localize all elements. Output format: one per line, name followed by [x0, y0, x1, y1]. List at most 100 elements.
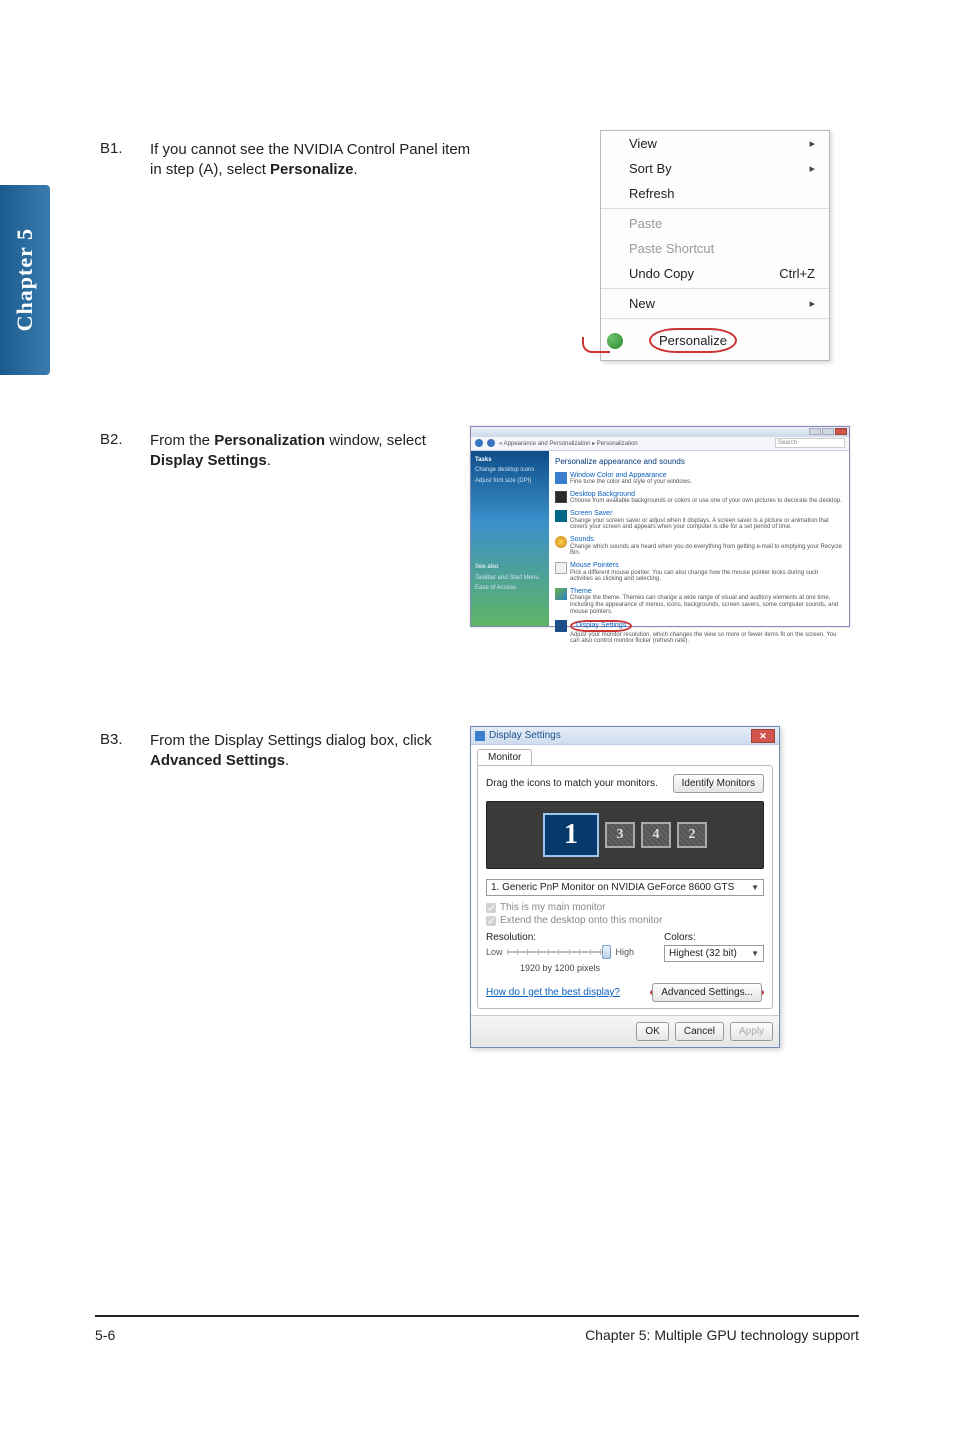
identify-monitors-button[interactable]: Identify Monitors: [673, 774, 764, 793]
advanced-settings-button[interactable]: Advanced Settings...: [652, 983, 762, 1002]
pw-entry-screen-saver[interactable]: Screen SaverChange your screen saver or …: [555, 510, 843, 531]
colors-label: Colors:: [664, 932, 764, 943]
pw-display-settings-highlight: Display Settings: [570, 620, 632, 632]
cm-paste-shortcut: Paste Shortcut: [601, 236, 829, 261]
tab-monitor[interactable]: Monitor: [477, 749, 532, 765]
monitor-arrangement[interactable]: 1 3 4 2: [486, 801, 764, 869]
resolution-label: Resolution:: [486, 932, 634, 943]
step-b1-text: If you cannot see the NVIDIA Control Pan…: [150, 140, 480, 181]
pw-seealso-taskbar[interactable]: Taskbar and Start Menu: [475, 575, 545, 582]
page-number: 5-6: [95, 1327, 115, 1343]
resolution-value: 1920 by 1200 pixels: [486, 963, 634, 973]
cancel-button[interactable]: Cancel: [675, 1022, 724, 1041]
cm-separator: [601, 208, 829, 209]
cm-view[interactable]: View: [601, 131, 829, 156]
pw-entry-mouse-pointers[interactable]: Mouse PointersPick a different mouse poi…: [555, 562, 843, 583]
cm-new[interactable]: New: [601, 291, 829, 316]
step-b3: B3. From the Display Settings dialog box…: [100, 731, 880, 772]
cm-refresh[interactable]: Refresh: [601, 181, 829, 206]
chapter-tab-label: Chapter 5: [12, 228, 38, 331]
cm-separator: [601, 318, 829, 319]
minimize-button[interactable]: [809, 428, 821, 435]
chk-extend-desktop: Extend the desktop onto this monitor: [486, 915, 764, 926]
chapter-tab: Chapter 5: [0, 185, 50, 375]
step-b1-number: B1.: [100, 140, 150, 181]
chevron-down-icon: ▼: [751, 949, 759, 958]
slider-track[interactable]: [507, 945, 612, 959]
monitor-select[interactable]: 1. Generic PnP Monitor on NVIDIA GeForce…: [486, 879, 764, 896]
monitor-4[interactable]: 4: [641, 822, 671, 848]
cm-undo-copy[interactable]: Undo Copy Ctrl+Z: [601, 261, 829, 286]
pw-entry-sounds[interactable]: SoundsChange which sounds are heard when…: [555, 536, 843, 557]
monitor-2[interactable]: 2: [677, 822, 707, 848]
context-menu: View Sort By Refresh Paste Paste Shortcu…: [600, 130, 830, 361]
theme-icon: [555, 588, 567, 600]
maximize-button[interactable]: [822, 428, 834, 435]
cm-paste: Paste: [601, 211, 829, 236]
step-b2-number: B2.: [100, 431, 150, 472]
apply-button: Apply: [730, 1022, 773, 1041]
window-color-icon: [555, 472, 567, 484]
pw-entry-desktop-background[interactable]: Desktop BackgroundChoose from available …: [555, 491, 843, 505]
page-content: B1. If you cannot see the NVIDIA Control…: [100, 140, 880, 802]
cm-separator: [601, 288, 829, 289]
pw-sidebar: Tasks Change desktop icons Adjust font s…: [471, 451, 549, 626]
ds-title-text: Display Settings: [489, 730, 561, 741]
ok-button[interactable]: OK: [636, 1022, 668, 1041]
personalization-window: « Appearance and Personalization ▸ Perso…: [470, 426, 850, 627]
colors-select[interactable]: Highest (32 bit) ▼: [664, 945, 764, 962]
pw-task-adjust-font[interactable]: Adjust font size (DPI): [475, 478, 545, 485]
ds-window-icon: [475, 731, 485, 741]
pw-entry-theme[interactable]: ThemeChange the theme. Themes can change…: [555, 588, 843, 615]
display-settings-figure: Display Settings ✕ Monitor Drag the icon…: [470, 726, 780, 1048]
breadcrumb-path[interactable]: « Appearance and Personalization ▸ Perso…: [499, 440, 771, 447]
pw-entry-display-settings[interactable]: Display Settings Adjust your monitor res…: [555, 620, 843, 645]
help-link[interactable]: How do I get the best display?: [486, 987, 620, 998]
nav-back-icon[interactable]: [475, 439, 483, 447]
pw-breadcrumb-bar: « Appearance and Personalization ▸ Perso…: [471, 437, 849, 451]
cm-personalize-highlight: Personalize: [649, 328, 737, 353]
pw-seealso-ease[interactable]: Ease of Access: [475, 585, 545, 592]
slider-thumb[interactable]: [602, 945, 611, 959]
cm-undo-shortcut: Ctrl+Z: [779, 266, 815, 281]
pw-seealso-heading: See also: [475, 564, 545, 571]
advanced-settings-highlight: Advanced Settings...: [650, 985, 764, 1000]
page-footer: 5-6 Chapter 5: Multiple GPU technology s…: [95, 1327, 859, 1343]
display-settings-icon: [555, 620, 567, 632]
pw-tasks-heading: Tasks: [475, 457, 545, 464]
desktop-background-icon: [555, 491, 567, 503]
pw-main: Personalize appearance and sounds Window…: [549, 451, 849, 626]
search-input[interactable]: Search: [775, 438, 845, 448]
ds-titlebar: Display Settings ✕: [471, 727, 779, 745]
step-b2: B2. From the Personalization window, sel…: [100, 431, 880, 472]
annotation-arrow: [582, 337, 610, 353]
step-b1: B1. If you cannot see the NVIDIA Control…: [100, 140, 880, 181]
screen-saver-icon: [555, 510, 567, 522]
step-b2-text: From the Personalization window, select …: [150, 431, 460, 472]
close-button[interactable]: ✕: [751, 729, 775, 743]
monitor-3[interactable]: 3: [605, 822, 635, 848]
step-b3-text: From the Display Settings dialog box, cl…: [150, 731, 460, 772]
nav-forward-icon[interactable]: [487, 439, 495, 447]
ds-drag-text: Drag the icons to match your monitors.: [486, 778, 658, 789]
close-button[interactable]: [835, 428, 847, 435]
chevron-down-icon: ▼: [751, 883, 759, 892]
pw-headline: Personalize appearance and sounds: [555, 457, 843, 466]
chk-main-monitor-box: [486, 903, 496, 913]
personalization-window-figure: « Appearance and Personalization ▸ Perso…: [470, 426, 850, 627]
ds-tabs: Monitor: [471, 745, 779, 765]
pw-task-change-icons[interactable]: Change desktop icons: [475, 467, 545, 474]
mouse-pointers-icon: [555, 562, 567, 574]
cm-personalize-row[interactable]: Personalize: [601, 321, 829, 360]
sounds-icon: [555, 536, 567, 548]
pw-entry-window-color[interactable]: Window Color and AppearanceFine tune the…: [555, 472, 843, 486]
cm-sort-by[interactable]: Sort By: [601, 156, 829, 181]
pw-titlebar: [471, 427, 849, 437]
monitor-1[interactable]: 1: [543, 813, 599, 857]
ds-footer: OK Cancel Apply: [471, 1015, 779, 1047]
chk-main-monitor: This is my main monitor: [486, 902, 764, 913]
footer-chapter-title: Chapter 5: Multiple GPU technology suppo…: [585, 1327, 859, 1343]
resolution-slider[interactable]: Low High: [486, 945, 634, 959]
step-b3-number: B3.: [100, 731, 150, 772]
display-settings-window: Display Settings ✕ Monitor Drag the icon…: [470, 726, 780, 1048]
